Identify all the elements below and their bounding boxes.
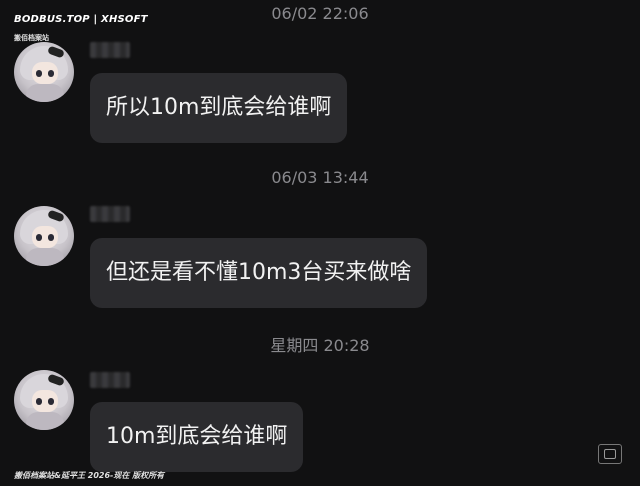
timestamp: 06/02 22:06 [271,4,369,23]
timestamp: 06/03 13:44 [271,168,369,187]
message-bubble[interactable]: 但还是看不懂10m3台买来做啥 [90,238,428,308]
camera-icon [598,444,622,464]
timestamp: 星期四 20:28 [270,336,370,355]
avatar[interactable] [14,370,74,430]
sender-name-blurred [90,372,130,388]
avatar[interactable] [14,42,74,102]
sender-name-blurred [90,42,130,58]
sender-name-blurred [90,206,130,222]
message-bubble[interactable]: 10m到底会给谁啊 [90,402,304,472]
message-bubble[interactable]: 所以10m到底会给谁啊 [90,73,348,143]
chat-screen: BODBUS.TOP | XHSOFT 搬佰档案站 06/02 22:06 所以… [0,0,640,486]
watermark-bottom: 搬佰档案站&延平王 2026-现在 版权所有 [14,471,165,480]
avatar[interactable] [14,206,74,266]
